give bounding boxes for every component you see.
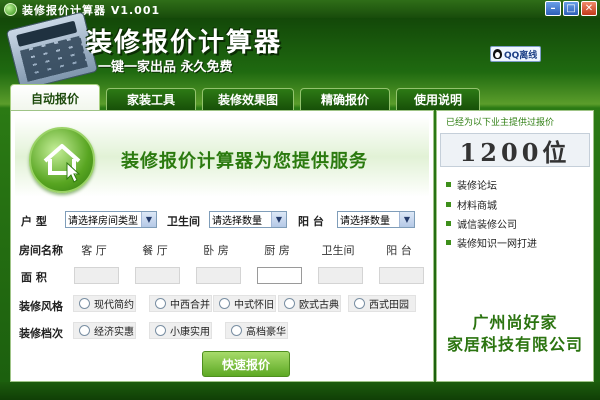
- chevron-down-icon: ▼: [271, 212, 286, 227]
- balcony-count-select[interactable]: 请选择数量 ▼: [337, 211, 415, 228]
- banner-text: 装修报价计算器为您提供服务: [121, 151, 368, 172]
- area-input-bathroom[interactable]: [318, 267, 363, 284]
- minimize-icon: –: [550, 3, 556, 14]
- title-bar[interactable]: 装修报价计算器 V1.001 – □ ✕: [0, 0, 600, 18]
- link-label: 材料商城: [457, 201, 497, 212]
- style-radio-european[interactable]: 欧式古典: [278, 295, 341, 312]
- style-option-label: 欧式古典: [299, 300, 339, 311]
- grade-option-label: 高档豪华: [246, 327, 286, 338]
- qq-status-label: QQ离线: [504, 50, 538, 61]
- calculator-icon: [5, 11, 99, 91]
- room-name: 厨 房: [264, 244, 290, 257]
- company-name-line1: 广州尚好家: [472, 313, 558, 332]
- link-label: 装修知识一网打进: [457, 239, 537, 250]
- room-name: 餐 厅: [142, 244, 168, 257]
- radio-circle-icon: [155, 298, 166, 309]
- bullet-icon: [446, 182, 451, 187]
- tab-home-tools[interactable]: 家装工具: [106, 88, 196, 110]
- area-input-kitchen[interactable]: [257, 267, 302, 284]
- tab-precise-quote[interactable]: 精确报价: [300, 88, 390, 110]
- tab-renderings[interactable]: 装修效果图: [202, 88, 294, 110]
- bathroom-count-select[interactable]: 请选择数量 ▼: [209, 211, 287, 228]
- link-forum[interactable]: 装修论坛: [446, 177, 497, 192]
- house-type-label: 户 型: [21, 215, 47, 228]
- style-radio-pastoral[interactable]: 西式田园: [348, 295, 416, 312]
- bullet-icon: [446, 202, 451, 207]
- house-type-select[interactable]: 请选择房间类型 ▼: [65, 211, 157, 228]
- room-name: 卫生间: [321, 244, 355, 257]
- bathroom-count-value: 请选择数量: [212, 216, 262, 227]
- company-name-line2: 家居科技有限公司: [446, 335, 583, 354]
- grade-option-label: 小康实用: [170, 327, 210, 338]
- area-label: 面 积: [21, 271, 47, 284]
- area-input-bedroom[interactable]: [196, 267, 241, 284]
- radio-circle-icon: [284, 298, 295, 309]
- grade-radio-economy[interactable]: 经济实惠: [73, 322, 136, 339]
- style-option-label: 中式怀旧: [234, 300, 274, 311]
- radio-circle-icon: [79, 325, 90, 336]
- tab-auto-quote[interactable]: 自动报价: [10, 84, 100, 111]
- radio-circle-icon: [79, 298, 90, 309]
- bullet-icon: [446, 221, 451, 226]
- chevron-down-icon: ▼: [141, 212, 156, 227]
- area-input-dining-room[interactable]: [135, 267, 180, 284]
- bathroom-label: 卫生间: [167, 215, 200, 228]
- radio-circle-icon: [155, 325, 166, 336]
- window-controls: – □ ✕: [545, 1, 597, 16]
- window-title: 装修报价计算器 V1.001: [22, 4, 161, 17]
- grade-radio-luxury[interactable]: 高档豪华: [225, 322, 288, 339]
- served-owners-heading: 已经为以下业主提供过报价: [446, 118, 555, 128]
- maximize-icon: □: [566, 3, 576, 14]
- close-icon: ✕: [584, 3, 594, 14]
- style-radio-chinese[interactable]: 中式怀旧: [213, 295, 276, 312]
- chevron-down-icon: ▼: [399, 212, 414, 227]
- quick-quote-button[interactable]: 快速报价: [202, 351, 290, 377]
- link-trusted-companies[interactable]: 诚信装修公司: [446, 216, 517, 231]
- radio-circle-icon: [219, 298, 230, 309]
- house-click-icon: [29, 127, 95, 193]
- minimize-button[interactable]: –: [545, 1, 561, 16]
- grade-radio-practical[interactable]: 小康实用: [149, 322, 212, 339]
- grade-option-label: 经济实惠: [94, 327, 134, 338]
- radio-circle-icon: [354, 298, 365, 309]
- close-button[interactable]: ✕: [581, 1, 597, 16]
- bottom-frame: [0, 382, 600, 400]
- radio-circle-icon: [231, 325, 242, 336]
- link-label: 诚信装修公司: [457, 220, 517, 231]
- tab-instructions[interactable]: 使用说明: [396, 88, 480, 110]
- area-input-balcony[interactable]: [379, 267, 424, 284]
- style-radio-modern[interactable]: 现代简约: [73, 295, 136, 312]
- banner: 装修报价计算器为您提供服务: [15, 117, 429, 197]
- grade-label: 装修档次: [19, 327, 63, 340]
- room-name: 阳 台: [386, 244, 412, 257]
- link-label: 装修论坛: [457, 181, 497, 192]
- house-type-value: 请选择房间类型: [68, 216, 138, 227]
- app-window: 装修报价计算器 V1.001 – □ ✕ 装修报价计算器 一键一家出品 永久免费…: [0, 0, 600, 400]
- auto-quote-panel: 装修报价计算器为您提供服务 户 型 请选择房间类型 ▼ 卫生间 请选择数量 ▼ …: [10, 110, 434, 382]
- logo-title: 装修报价计算器: [86, 28, 283, 58]
- balcony-label: 阳 台: [298, 215, 324, 228]
- maximize-button[interactable]: □: [563, 1, 579, 16]
- style-option-label: 西式田园: [369, 300, 409, 311]
- app-icon: [4, 3, 17, 16]
- style-option-label: 中西合并: [170, 300, 210, 311]
- area-input-living-room[interactable]: [74, 267, 119, 284]
- link-materials-mall[interactable]: 材料商城: [446, 197, 497, 212]
- style-option-label: 现代简约: [94, 300, 134, 311]
- room-name: 客 厅: [81, 244, 107, 257]
- style-label: 装修风格: [19, 300, 63, 313]
- qq-status-button[interactable]: QQ离线: [490, 46, 542, 62]
- info-sidebar: 已经为以下业主提供过报价 1200位 装修论坛 材料商城 诚信装修公司 装修知识…: [436, 110, 594, 382]
- qq-penguin-icon: [493, 49, 502, 59]
- link-knowledge[interactable]: 装修知识一网打进: [446, 235, 537, 250]
- logo-subtitle: 一键一家出品 永久免费: [98, 60, 233, 75]
- bullet-icon: [446, 240, 451, 245]
- style-radio-fusion[interactable]: 中西合并: [149, 295, 212, 312]
- balcony-count-value: 请选择数量: [340, 216, 390, 227]
- served-count: 1200位: [440, 133, 590, 167]
- room-name: 卧 房: [203, 244, 229, 257]
- room-name-label: 房间名称: [19, 244, 63, 257]
